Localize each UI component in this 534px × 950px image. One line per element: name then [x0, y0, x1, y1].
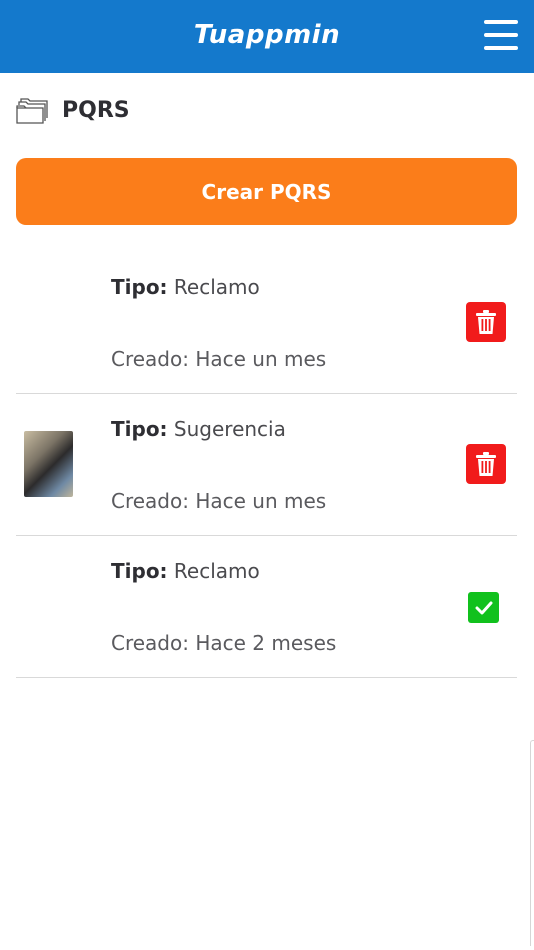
pqrs-list-item[interactable]: Tipo: Reclamo Creado: Hace un mes — [16, 252, 517, 394]
trash-icon — [476, 310, 496, 334]
type-label: Tipo: — [111, 559, 168, 583]
hamburger-menu-button[interactable] — [484, 20, 518, 52]
type-label: Tipo: — [111, 417, 168, 441]
app-screen: Tuappmin PQRS Crear PQRS Tipo: Reclamo C… — [0, 0, 534, 950]
pqrs-attachment-thumbnail[interactable] — [24, 431, 73, 497]
pqrs-list-item[interactable]: Tipo: Sugerencia Creado: Hace un mes — [16, 394, 517, 536]
pqrs-list-item[interactable]: Tipo: Reclamo Creado: Hace 2 meses — [16, 536, 517, 678]
menu-line — [484, 46, 518, 50]
created-date: Creado: Hace 2 meses — [111, 631, 337, 655]
delete-button[interactable] — [466, 302, 506, 342]
folder-icon — [16, 98, 48, 124]
create-pqrs-button[interactable]: Crear PQRS — [16, 158, 517, 225]
section-header: PQRS — [16, 92, 130, 128]
pqrs-list: Tipo: Reclamo Creado: Hace un mes Tipo: — [16, 252, 517, 678]
pqrs-type: Tipo: Reclamo — [111, 275, 260, 299]
type-value: Reclamo — [173, 275, 260, 299]
trash-icon — [476, 452, 496, 476]
delete-button[interactable] — [466, 444, 506, 484]
pqrs-type: Tipo: Sugerencia — [111, 417, 286, 441]
pqrs-type: Tipo: Reclamo — [111, 559, 260, 583]
top-app-bar: Tuappmin — [0, 0, 534, 73]
created-date: Creado: Hace un mes — [111, 347, 327, 371]
menu-line — [484, 33, 518, 37]
section-title: PQRS — [62, 97, 130, 123]
created-date: Creado: Hace un mes — [111, 489, 327, 513]
type-value: Sugerencia — [173, 417, 286, 441]
resolved-check-button[interactable] — [468, 592, 499, 623]
scroll-edge — [530, 740, 534, 946]
type-value: Reclamo — [173, 559, 260, 583]
menu-line — [484, 20, 518, 24]
app-title: Tuappmin — [193, 20, 341, 50]
type-label: Tipo: — [111, 275, 168, 299]
checkmark-icon — [475, 601, 492, 614]
